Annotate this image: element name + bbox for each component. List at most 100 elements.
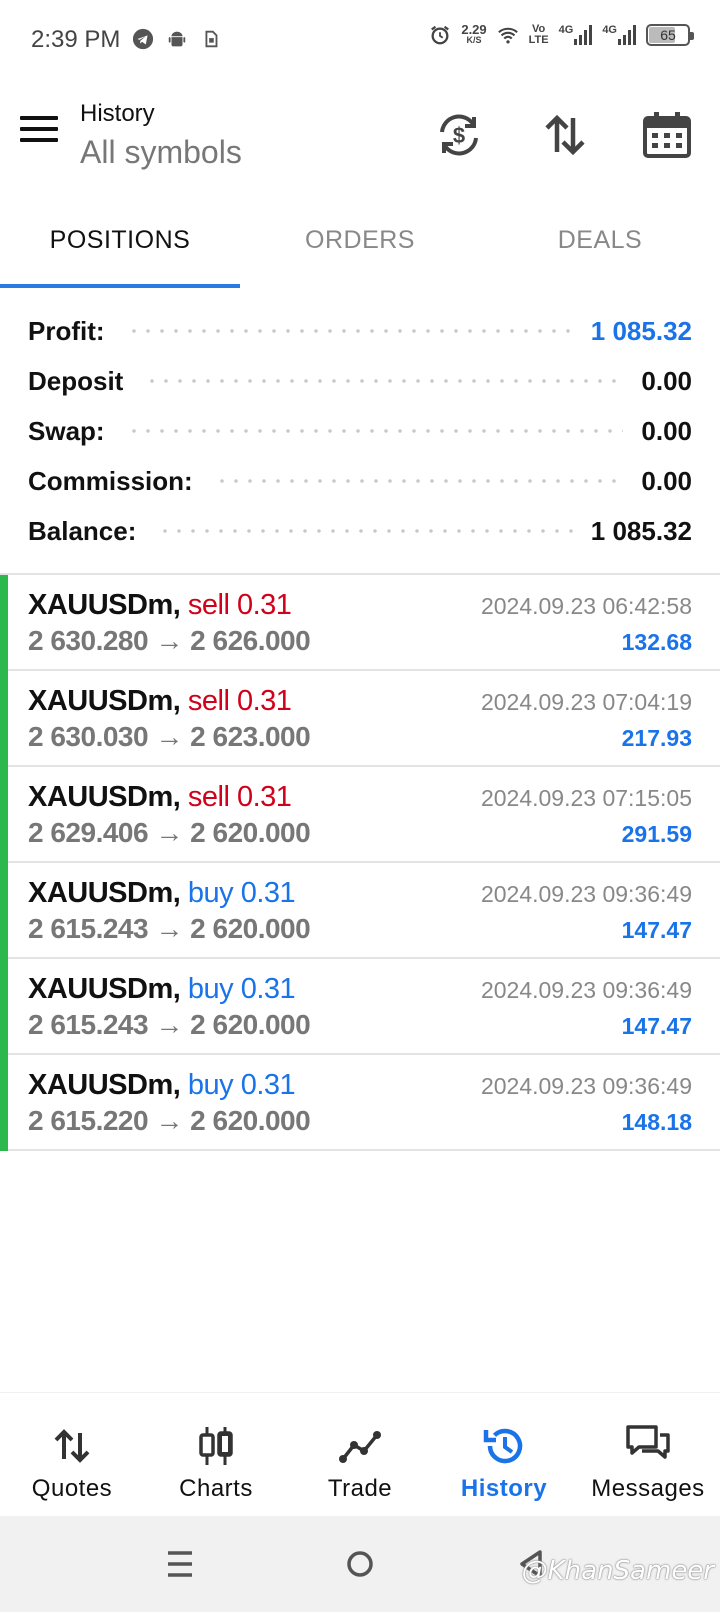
tab-deals[interactable]: DEALS [480, 208, 720, 288]
summary-value: 1 085.32 [590, 315, 692, 346]
menu-button[interactable] [20, 116, 58, 146]
sort-icon[interactable] [540, 110, 590, 160]
position-symbol: XAUUSDm, [28, 781, 181, 813]
history-tabs: POSITIONS ORDERS DEALS [0, 208, 720, 288]
position-symbol: XAUUSDm, [28, 877, 181, 909]
summary-row-balance: Balance: 1 085.32 [28, 506, 692, 556]
nav-label: Trade [327, 1475, 393, 1502]
recents-icon[interactable] [160, 1544, 200, 1584]
summary-value: 1 085.32 [590, 515, 692, 546]
position-prices: 2 630.030 → 2 623.000 [28, 721, 311, 753]
position-profit: 291.59 [621, 821, 692, 847]
arrow-icon: → [155, 625, 183, 656]
nav-label: Quotes [31, 1475, 113, 1502]
sim2-signal: 4G [602, 25, 636, 45]
position-side: sell 0.31 [187, 781, 292, 813]
arrow-icon: → [155, 1009, 183, 1040]
home-icon[interactable] [340, 1544, 380, 1584]
nav-history[interactable]: History [432, 1393, 576, 1516]
nav-messages[interactable]: Messages [576, 1393, 720, 1516]
position-row[interactable]: XAUUSDm, sell 0.31 2 630.030 → 2 623.000… [0, 671, 720, 767]
signal-icon [574, 25, 593, 45]
tab-orders[interactable]: ORDERS [240, 208, 480, 288]
arrow-icon: → [155, 721, 183, 752]
position-profit: 147.47 [621, 917, 692, 943]
position-side: buy 0.31 [187, 973, 296, 1005]
position-prices: 2 615.243 → 2 620.000 [28, 913, 311, 945]
alarm-icon [431, 25, 450, 45]
sim2-type: 4G [602, 24, 617, 36]
position-profit: 132.68 [621, 629, 692, 655]
summary-label: Deposit [28, 365, 124, 396]
menu-icon [20, 116, 58, 120]
position-indicator [0, 863, 8, 959]
position-row[interactable]: XAUUSDm, buy 0.31 2 615.243 → 2 620.000 … [0, 863, 720, 959]
position-time: 2024.09.23 06:42:58 [480, 593, 692, 619]
nav-quotes[interactable]: Quotes [0, 1393, 144, 1516]
nav-charts[interactable]: Charts [144, 1393, 288, 1516]
android-icon [168, 31, 186, 47]
summary-label: Balance: [28, 515, 137, 546]
position-symbol: XAUUSDm, [28, 589, 181, 621]
position-row[interactable]: XAUUSDm, sell 0.31 2 629.406 → 2 620.000… [0, 767, 720, 863]
position-side: buy 0.31 [187, 877, 296, 909]
status-right: 2.29 K/S Vo LTE 4G 4G 65 [429, 23, 694, 46]
position-indicator [0, 1055, 8, 1151]
position-indicator [0, 767, 8, 863]
position-prices: 2 615.243 → 2 620.000 [28, 1009, 311, 1041]
position-row[interactable]: XAUUSDm, buy 0.31 2 615.220 → 2 620.000 … [0, 1055, 720, 1151]
open-price: 2 615.220 [28, 1105, 149, 1136]
trade-icon [339, 1431, 381, 1463]
position-profit: 148.18 [621, 1109, 692, 1135]
summary-row-commission: Commission: 0.00 [28, 456, 692, 506]
open-price: 2 615.243 [28, 1009, 149, 1040]
position-symbol-line: XAUUSDm, buy 0.31 [28, 973, 296, 1006]
position-indicator [0, 575, 8, 671]
position-time: 2024.09.23 09:36:49 [480, 1073, 692, 1099]
watermark: @KhanSameer [521, 1556, 714, 1586]
dot-leader [126, 329, 573, 333]
positions-list: XAUUSDm, sell 0.31 2 630.280 → 2 626.000… [0, 573, 720, 1151]
position-profit: 147.47 [621, 1013, 692, 1039]
summary-row-profit: Profit: 1 085.32 [28, 306, 692, 356]
position-prices: 2 629.406 → 2 620.000 [28, 817, 311, 849]
symbol-filter[interactable]: All symbols [80, 134, 242, 171]
position-row[interactable]: XAUUSDm, sell 0.31 2 630.280 → 2 626.000… [0, 575, 720, 671]
summary-value: 0.00 [641, 415, 692, 446]
volte-bottom: LTE [528, 34, 549, 46]
signal-icon [618, 25, 636, 45]
svg-text:$: $ [453, 123, 465, 148]
position-symbol-line: XAUUSDm, buy 0.31 [28, 1069, 296, 1102]
battery-icon: 65 [646, 24, 694, 46]
arrow-icon: → [155, 817, 183, 848]
calendar-icon[interactable] [642, 110, 692, 160]
position-time: 2024.09.23 07:15:05 [480, 785, 692, 811]
position-row[interactable]: XAUUSDm, buy 0.31 2 615.243 → 2 620.000 … [0, 959, 720, 1055]
wifi-icon [497, 27, 518, 44]
charts-icon [199, 1427, 233, 1465]
arrow-icon: → [155, 1105, 183, 1136]
notification-icons [132, 28, 222, 50]
position-symbol: XAUUSDm, [28, 973, 181, 1005]
position-symbol-line: XAUUSDm, buy 0.31 [28, 877, 296, 910]
telegram-icon [132, 28, 154, 50]
currency-refresh-icon[interactable]: $ [434, 110, 484, 160]
nav-label: History [460, 1475, 548, 1502]
summary-label: Profit: [28, 315, 105, 346]
position-time: 2024.09.23 09:36:49 [480, 977, 692, 1003]
sim1-signal: 4G [559, 25, 593, 45]
tab-positions[interactable]: POSITIONS [0, 208, 240, 288]
nav-label: Messages [591, 1475, 705, 1502]
open-price: 2 615.243 [28, 913, 149, 944]
position-symbol-line: XAUUSDm, sell 0.31 [28, 781, 292, 814]
nav-trade[interactable]: Trade [288, 1393, 432, 1516]
position-indicator [0, 959, 8, 1055]
messages-icon [626, 1425, 670, 1459]
close-price: 2 620.000 [190, 817, 311, 848]
battery-level: 65 [660, 27, 676, 43]
dot-leader [126, 429, 624, 433]
summary-label: Swap: [28, 415, 105, 446]
open-price: 2 630.280 [28, 625, 149, 656]
position-symbol-line: XAUUSDm, sell 0.31 [28, 589, 292, 622]
summary-value: 0.00 [641, 365, 692, 396]
